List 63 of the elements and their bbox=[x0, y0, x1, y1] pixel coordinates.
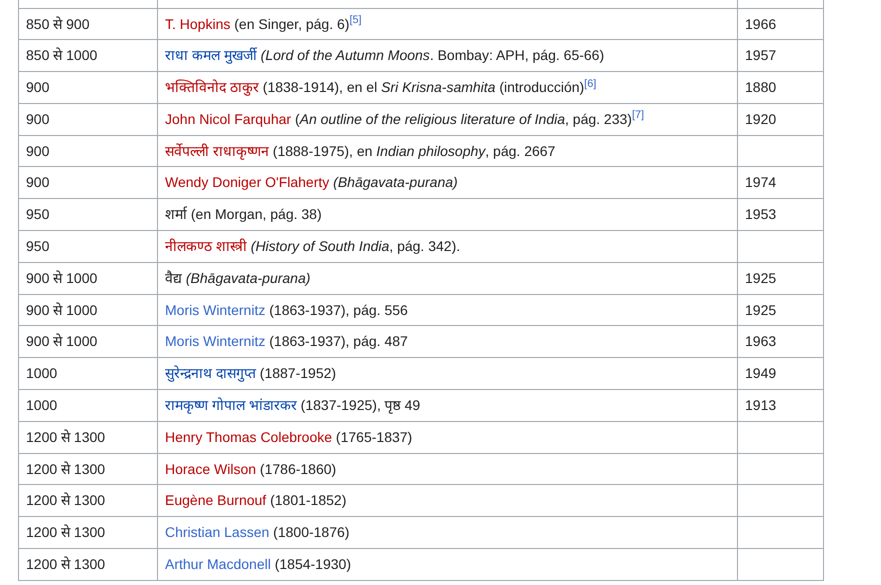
author-link[interactable]: सर्वेपल्ली राधाकृष्णन bbox=[165, 142, 269, 159]
author-link[interactable]: Arthur Macdonell bbox=[165, 556, 271, 572]
author-link[interactable]: John Nicol Farquhar bbox=[165, 110, 292, 127]
date-cell: 1200 से 1300 bbox=[18, 484, 158, 517]
year-cell: 1913 bbox=[738, 390, 824, 422]
date-cell: 950 bbox=[18, 198, 158, 231]
date-cell: 950 bbox=[18, 230, 158, 262]
date-cell: 1200 से 1300 bbox=[18, 516, 158, 549]
reference-text: Moris Winternitz (1863-1937), pág. 556 bbox=[158, 294, 738, 326]
year-cell: 1974 bbox=[738, 166, 824, 199]
date-cell: 1000 bbox=[18, 390, 158, 422]
date-cell: 900 bbox=[18, 103, 158, 136]
reference-text: सुरेन्द्रनाथ दासगुप्त (1887-1952) bbox=[158, 358, 738, 390]
date-cell: 1000 bbox=[18, 358, 158, 390]
reference-text: Christian Lassen (1800-1876) bbox=[158, 516, 738, 549]
reference-text: John Nicol Farquhar (An outline of the religious literature of India, pág. 233)$^{[7]}$ bbox=[158, 103, 738, 136]
reference-text: Wendy Doniger O'Flaherty (Bhāgavata-purana) bbox=[158, 166, 738, 199]
year-cell: 1925 bbox=[738, 294, 824, 326]
reference-text: भक्तिविनोद ठाकुर (1838-1914), en el Sri Krisna-samhita (introducción)$^{[6]}$ bbox=[158, 72, 738, 104]
date-cell: 900 से 1000 bbox=[18, 262, 158, 294]
author-link[interactable]: T. Hopkins bbox=[165, 16, 230, 32]
reference-text: Eugène Burnouf (1801-1852) bbox=[158, 484, 738, 517]
date-cell: 1200 से 1300 bbox=[18, 421, 158, 454]
author-link[interactable]: नीलकण्ठ शास्त्री bbox=[165, 238, 247, 254]
reference-text: Horace Wilson (1786-1860) bbox=[158, 453, 738, 485]
author-link[interactable]: राधा कमल मुखर्जी bbox=[165, 47, 257, 64]
year-cell: 1880 bbox=[738, 72, 824, 104]
reference-text: Henry Thomas Colebrooke (1765-1837) bbox=[158, 421, 738, 454]
author-link[interactable]: सुरेन्द्रनाथ दासगुप्त bbox=[165, 365, 256, 382]
author-link[interactable]: Eugène Burnouf bbox=[165, 492, 266, 508]
author-link[interactable]: Moris Winternitz bbox=[165, 333, 266, 350]
reference-text: सर्वेपल्ली राधाकृष्णन (1888-1975), en Indian philosophy, pág. 2667 bbox=[158, 135, 738, 167]
reference-text: राधा कमल मुखर्जी (Lord of the Autumn Moons. Bombay: APH, pág. 65-66) bbox=[158, 40, 738, 72]
date-cell: 900 से 1000 bbox=[18, 326, 158, 358]
author-link[interactable]: Horace Wilson bbox=[165, 460, 256, 477]
reference-text: रामकृष्ण गोपाल भांडारकर (1837-1925), पृष्ठ 49 bbox=[158, 390, 738, 422]
author-link[interactable]: Wendy Doniger O'Flaherty bbox=[165, 174, 330, 190]
reference-text: वैद्य (Bhāgavata-purana) bbox=[158, 262, 738, 294]
author-link[interactable]: Moris Winternitz bbox=[165, 302, 266, 318]
date-cell: 900 bbox=[18, 72, 158, 104]
year-cell: 1966 bbox=[738, 8, 824, 40]
year-cell: 1963 bbox=[738, 326, 824, 358]
date-cell: 1200 से 1300 bbox=[18, 548, 158, 580]
reference-text: शर्मा (en Morgan, pág. 38) bbox=[158, 198, 738, 231]
date-cell: 1200 से 1300 bbox=[18, 453, 158, 485]
year-cell: 1949 bbox=[738, 358, 824, 390]
author-link[interactable]: Henry Thomas Colebrooke bbox=[165, 428, 332, 445]
date-cell: 900 से 1000 bbox=[18, 294, 158, 326]
year-cell: 1957 bbox=[738, 40, 824, 72]
year-cell: 1920 bbox=[738, 103, 824, 136]
author-link[interactable]: Christian Lassen bbox=[165, 524, 270, 540]
reference-text: नीलकण्ठ शास्त्री (History of South India, pág. 342). bbox=[158, 230, 738, 262]
date-cell: 900 bbox=[18, 135, 158, 167]
year-cell: 1953 bbox=[738, 198, 824, 231]
date-cell: 850 से 1000 bbox=[18, 40, 158, 72]
author-link[interactable]: रामकृष्ण गोपाल भांडारकर bbox=[165, 397, 297, 414]
date-cell: 900 bbox=[18, 166, 158, 199]
reference-text: Arthur Macdonell (1854-1930) bbox=[158, 548, 738, 580]
year-cell: 1925 bbox=[738, 262, 824, 294]
reference-text: Moris Winternitz (1863-1937), pág. 487 bbox=[158, 326, 738, 358]
reference-text: T. Hopkins (en Singer, pág. 6)$^{[5]}$ bbox=[158, 8, 738, 40]
date-cell: 850 से 900 bbox=[18, 8, 158, 40]
author-link[interactable]: भक्तिविनोद ठाकुर bbox=[165, 79, 259, 96]
